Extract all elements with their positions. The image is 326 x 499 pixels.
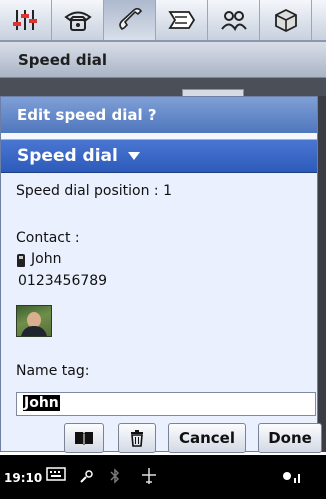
speed-dial-position: Speed dial position : 1 [16, 183, 173, 199]
contacts-icon [220, 11, 247, 32]
status-bar: 19:10 [0, 455, 326, 499]
contacts-book-button[interactable] [64, 423, 104, 453]
chevron-down-icon [127, 152, 140, 160]
tab-phone[interactable] [52, 0, 104, 40]
contact-photo[interactable] [16, 305, 52, 337]
signal-icon [283, 472, 300, 483]
book-icon [75, 432, 93, 445]
message-icon [167, 11, 195, 29]
connection-icon [80, 470, 93, 483]
underlying-screen [0, 78, 326, 96]
dialog-buttons: Cancel Done [0, 423, 326, 455]
box-icon [274, 8, 297, 32]
contact-number: 0123456789 [18, 273, 108, 289]
keyboard-icon[interactable] [46, 467, 66, 481]
phone-icon [63, 11, 92, 31]
status-time: 19:10 [4, 471, 43, 485]
mobile-phone-icon [17, 254, 25, 267]
tab-messages[interactable] [156, 0, 208, 40]
bluetooth-icon [110, 468, 120, 484]
name-tag-label: Name tag: [16, 363, 90, 379]
speed-dial-dropdown[interactable]: Speed dial [1, 139, 317, 173]
contact-label: Contact : [16, 230, 80, 246]
contact-name: John [31, 251, 62, 267]
tab-settings[interactable] [0, 0, 52, 40]
cancel-button[interactable]: Cancel [168, 423, 246, 453]
app-tab-bar [0, 0, 326, 42]
scrollbar-track[interactable] [318, 96, 326, 452]
done-button[interactable]: Done [258, 423, 322, 453]
window-title: Speed dial [0, 42, 326, 78]
tab-contacts[interactable] [208, 0, 260, 40]
dialog-title: Edit speed dial ? [1, 97, 317, 133]
handset-icon [118, 7, 142, 30]
trash-icon [131, 430, 143, 447]
flight-icon [142, 468, 156, 484]
name-tag-input[interactable]: John [16, 392, 316, 416]
section-label: Speed dial [17, 146, 118, 166]
tab-apps[interactable] [260, 0, 312, 40]
name-tag-value: John [23, 395, 60, 411]
delete-button[interactable] [118, 423, 156, 453]
tab-speed-dial[interactable] [104, 0, 156, 40]
equalizer-icon [12, 10, 37, 30]
